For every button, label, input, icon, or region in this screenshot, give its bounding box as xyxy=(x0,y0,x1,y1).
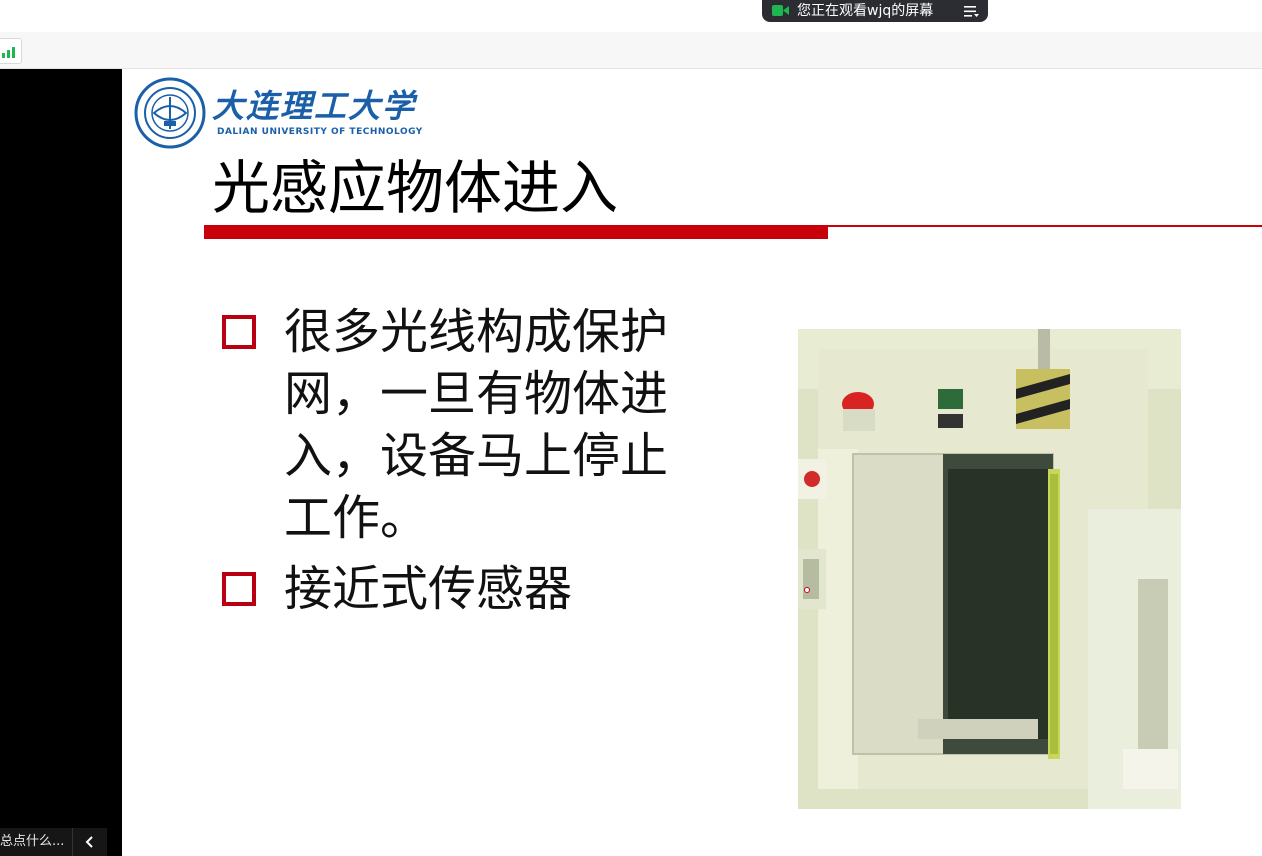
title-underline-thick xyxy=(204,225,828,239)
collapse-panel-button[interactable] xyxy=(72,828,107,856)
shared-slide: 大连理工大学 DALIAN UNIVERSITY OF TECHNOLOGY 光… xyxy=(122,69,1262,856)
screen-share-text: 您正在观看wjq的屏幕 xyxy=(797,3,934,19)
bullet-line: 网，一旦有物体进 xyxy=(284,366,669,422)
title-underline-thin xyxy=(828,225,1262,227)
meeting-toolbar xyxy=(0,32,1262,69)
university-name-en: DALIAN UNIVERSITY OF TECHNOLOGY xyxy=(217,127,423,137)
chat-preview-caption[interactable]: 总点什么... xyxy=(0,828,72,856)
mouse-pointer-dot xyxy=(804,587,810,593)
bullet-square-icon xyxy=(222,572,256,606)
signal-strength-icon[interactable] xyxy=(0,38,22,64)
camera-icon xyxy=(772,5,789,16)
machine-photo xyxy=(798,329,1181,809)
bullet-item: 很多光线构成保护 网，一旦有物体进 入，设备马上停止 工作。 xyxy=(284,301,668,549)
bullet-line: 工作。 xyxy=(284,490,429,546)
window-top-bar: 您正在观看wjq的屏幕 xyxy=(0,0,1262,33)
screen-share-banner[interactable]: 您正在观看wjq的屏幕 xyxy=(762,0,988,22)
university-name-cn: 大连理工大学 xyxy=(212,87,417,125)
slide-title: 光感应物体进入 xyxy=(212,154,619,222)
university-seal-logo xyxy=(134,77,206,149)
chevron-left-icon xyxy=(85,836,93,848)
bullet-line: 入，设备马上停止 xyxy=(284,428,669,484)
bullet-item: 接近式传感器 xyxy=(284,558,572,620)
bullet-square-icon xyxy=(222,315,256,349)
participant-video-panel xyxy=(0,69,122,856)
menu-icon[interactable] xyxy=(962,3,980,19)
bullet-line: 接近式传感器 xyxy=(284,561,573,617)
bullet-line: 很多光线构成保护 xyxy=(284,304,669,360)
